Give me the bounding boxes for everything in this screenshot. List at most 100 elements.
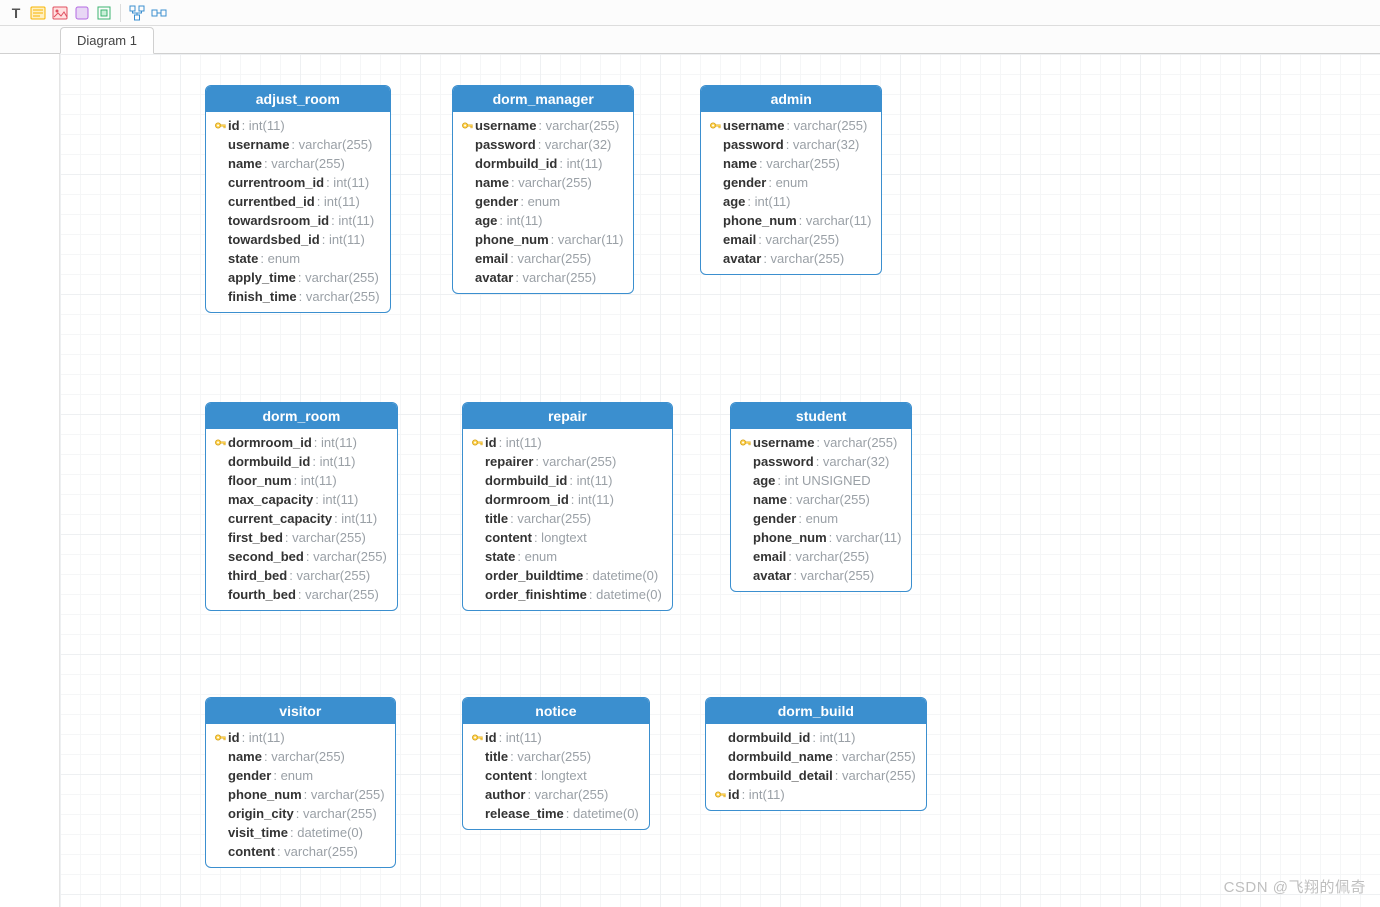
column-row[interactable]: visit_time: datetime(0) (208, 823, 393, 842)
column-row[interactable]: title: varchar(255) (465, 509, 670, 528)
column-name: age (753, 473, 775, 488)
column-row[interactable]: avatar: varchar(255) (733, 566, 909, 585)
column-row[interactable]: name: varchar(255) (733, 490, 909, 509)
note-icon[interactable] (28, 3, 48, 23)
column-row[interactable]: current_capacity: int(11) (208, 509, 395, 528)
column-type: : int(11) (571, 492, 614, 507)
column-row[interactable]: gender: enum (208, 766, 393, 785)
column-row[interactable]: name: varchar(255) (208, 154, 388, 173)
column-row[interactable]: currentbed_id: int(11) (208, 192, 388, 211)
column-name: age (723, 194, 745, 209)
table-admin[interactable]: adminusername: varchar(255)password: var… (700, 85, 882, 275)
column-row[interactable]: dormbuild_name: varchar(255) (708, 747, 924, 766)
column-row[interactable]: avatar: varchar(255) (455, 268, 631, 287)
column-row[interactable]: age: int UNSIGNED (733, 471, 909, 490)
column-row[interactable]: state: enum (208, 249, 388, 268)
column-row[interactable]: id: int(11) (708, 785, 924, 804)
column-row[interactable]: id: int(11) (465, 433, 670, 452)
column-row[interactable]: dormbuild_id: int(11) (455, 154, 631, 173)
column-row[interactable]: email: varchar(255) (733, 547, 909, 566)
column-row[interactable]: name: varchar(255) (455, 173, 631, 192)
column-row[interactable]: gender: enum (733, 509, 909, 528)
column-row[interactable]: apply_time: varchar(255) (208, 268, 388, 287)
column-row[interactable]: dormbuild_detail: varchar(255) (708, 766, 924, 785)
column-row[interactable]: content: varchar(255) (208, 842, 393, 861)
column-type: : varchar(255) (786, 118, 867, 133)
table-adjust_room[interactable]: adjust_roomid: int(11)username: varchar(… (205, 85, 391, 313)
column-row[interactable]: finish_time: varchar(255) (208, 287, 388, 306)
table-repair[interactable]: repairid: int(11)repairer: varchar(255)d… (462, 402, 673, 611)
column-row[interactable]: dormbuild_id: int(11) (465, 471, 670, 490)
column-row[interactable]: release_time: datetime(0) (465, 804, 647, 823)
primary-key-icon (469, 731, 485, 744)
column-row[interactable]: dormroom_id: int(11) (465, 490, 670, 509)
column-row[interactable]: username: varchar(255) (208, 135, 388, 154)
column-row[interactable]: username: varchar(255) (455, 116, 631, 135)
column-name: towardsbed_id (228, 232, 320, 247)
column-row[interactable]: phone_num: varchar(11) (703, 211, 879, 230)
column-row[interactable]: max_capacity: int(11) (208, 490, 395, 509)
table-notice[interactable]: noticeid: int(11)title: varchar(255)cont… (462, 697, 650, 830)
column-row[interactable]: password: varchar(32) (733, 452, 909, 471)
column-row[interactable]: phone_num: varchar(11) (455, 230, 631, 249)
column-name: dormbuild_id (485, 473, 567, 488)
column-row[interactable]: repairer: varchar(255) (465, 452, 670, 471)
column-row[interactable]: content: longtext (465, 766, 647, 785)
column-row[interactable]: dormroom_id: int(11) (208, 433, 395, 452)
column-row[interactable]: author: varchar(255) (465, 785, 647, 804)
column-row[interactable]: username: varchar(255) (733, 433, 909, 452)
column-row[interactable]: gender: enum (703, 173, 879, 192)
column-row[interactable]: avatar: varchar(255) (703, 249, 879, 268)
frame-icon[interactable] (94, 3, 114, 23)
column-row[interactable]: second_bed: varchar(255) (208, 547, 395, 566)
column-row[interactable]: phone_num: varchar(11) (733, 528, 909, 547)
column-row[interactable]: id: int(11) (465, 728, 647, 747)
column-row[interactable]: id: int(11) (208, 728, 393, 747)
table-header: student (731, 403, 911, 429)
table-dorm_build[interactable]: dorm_builddormbuild_id: int(11)dormbuild… (705, 697, 927, 811)
table-student[interactable]: student username: varchar(255)password: v… (730, 402, 912, 592)
column-name: title (485, 511, 508, 526)
column-row[interactable]: first_bed: varchar(255) (208, 528, 395, 547)
column-row[interactable]: order_finishtime: datetime(0) (465, 585, 670, 604)
column-name: fourth_bed (228, 587, 296, 602)
column-row[interactable]: third_bed: varchar(255) (208, 566, 395, 585)
column-row[interactable]: origin_city: varchar(255) (208, 804, 393, 823)
column-row[interactable]: phone_num: varchar(255) (208, 785, 393, 804)
column-row[interactable]: state: enum (465, 547, 670, 566)
column-row[interactable]: email: varchar(255) (703, 230, 879, 249)
column-name: current_capacity (228, 511, 332, 526)
auto-layout-icon[interactable] (127, 3, 147, 23)
column-row[interactable]: username: varchar(255) (703, 116, 879, 135)
column-row[interactable]: password: varchar(32) (703, 135, 879, 154)
column-row[interactable]: title: varchar(255) (465, 747, 647, 766)
column-row[interactable]: email: varchar(255) (455, 249, 631, 268)
table-dorm_room[interactable]: dorm_roomdormroom_id: int(11)dormbuild_i… (205, 402, 398, 611)
column-type: : varchar(32) (538, 137, 612, 152)
column-row[interactable]: currentroom_id: int(11) (208, 173, 388, 192)
image-icon[interactable] (50, 3, 70, 23)
column-row[interactable]: id: int(11) (208, 116, 388, 135)
column-row[interactable]: towardsroom_id: int(11) (208, 211, 388, 230)
table-dorm_manager[interactable]: dorm_managerusername: varchar(255)passwo… (452, 85, 634, 294)
column-row[interactable]: towardsbed_id: int(11) (208, 230, 388, 249)
diagram-canvas[interactable]: adjust_roomid: int(11)username: varchar(… (60, 54, 1380, 907)
column-row[interactable]: age: int(11) (703, 192, 879, 211)
shape-icon[interactable] (72, 3, 92, 23)
table-visitor[interactable]: visitorid: int(11)name: varchar(255)gend… (205, 697, 396, 868)
column-row[interactable]: gender: enum (455, 192, 631, 211)
column-row[interactable]: floor_num: int(11) (208, 471, 395, 490)
column-row[interactable]: password: varchar(32) (455, 135, 631, 154)
column-name: email (753, 549, 786, 564)
column-row[interactable]: name: varchar(255) (208, 747, 393, 766)
tab-diagram[interactable]: Diagram 1 (60, 27, 154, 54)
relation-icon[interactable] (149, 3, 169, 23)
text-tool-icon[interactable]: T (6, 3, 26, 23)
column-row[interactable]: order_buildtime: datetime(0) (465, 566, 670, 585)
column-row[interactable]: dormbuild_id: int(11) (208, 452, 395, 471)
column-row[interactable]: age: int(11) (455, 211, 631, 230)
column-row[interactable]: dormbuild_id: int(11) (708, 728, 924, 747)
column-row[interactable]: name: varchar(255) (703, 154, 879, 173)
column-row[interactable]: content: longtext (465, 528, 670, 547)
column-row[interactable]: fourth_bed: varchar(255) (208, 585, 395, 604)
